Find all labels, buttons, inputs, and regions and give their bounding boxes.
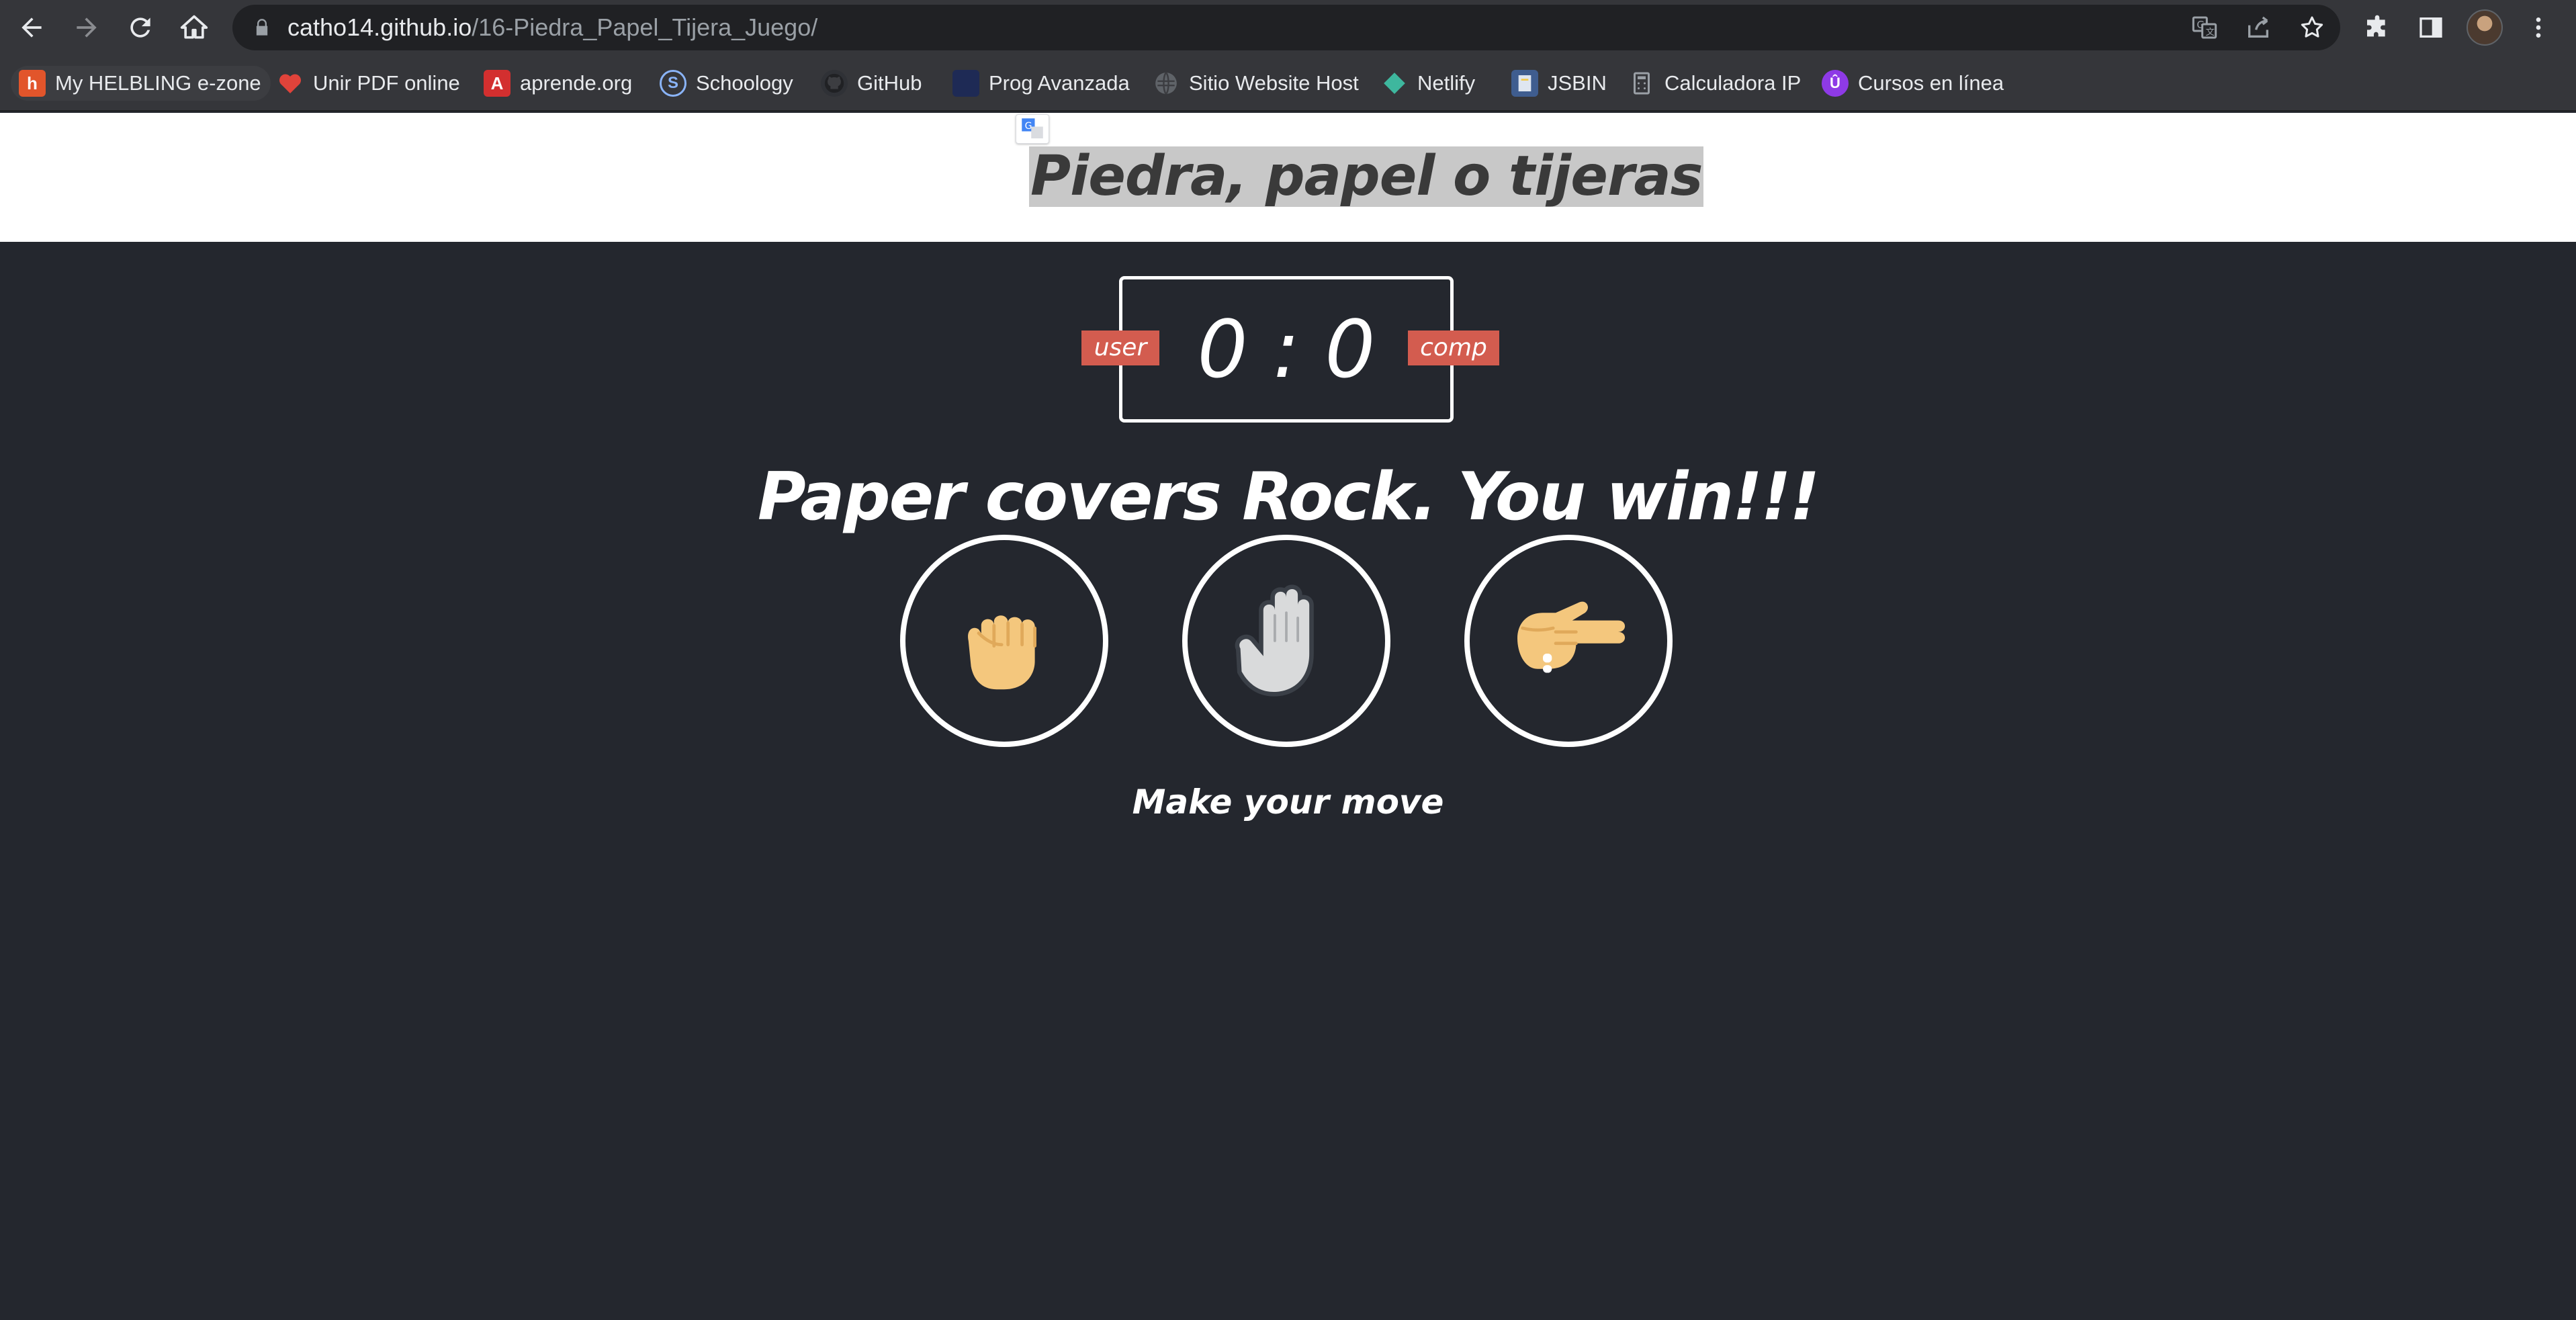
url-path: /16-Piedra_Papel_Tijera_Juego/ [472, 13, 818, 41]
netlify-icon [1381, 70, 1408, 97]
paper-hand-icon [1235, 584, 1314, 697]
home-icon [180, 15, 208, 39]
lock-icon [256, 19, 268, 36]
helbling-icon: h [19, 70, 46, 97]
more-vertical-icon [2536, 17, 2541, 38]
bookmark-icon [952, 70, 979, 97]
bookmark-helbling[interactable]: h My HELBLING e-zone [11, 66, 271, 101]
share-icon[interactable] [2245, 14, 2272, 41]
user-score-badge: user [1081, 331, 1159, 365]
result-message: Paper covers Rock. You win!!! [757, 459, 1820, 535]
scissors-button[interactable] [1464, 535, 1673, 747]
bookmark-jsbin[interactable]: JSBIN [1511, 66, 1607, 101]
extensions-button[interactable] [2359, 9, 2395, 46]
bookmark-label: aprende.org [520, 71, 633, 95]
bookmark-star-icon[interactable] [2299, 14, 2325, 41]
profile-avatar[interactable] [2467, 9, 2503, 46]
home-button[interactable] [172, 5, 216, 50]
scissors-hand-icon [1517, 601, 1626, 673]
browser-menu-button[interactable] [2520, 9, 2557, 46]
side-panel-icon [2419, 17, 2442, 38]
forward-button[interactable] [64, 5, 109, 50]
bookmark-label: Prog Avanzada [989, 71, 1130, 95]
reload-icon [130, 17, 150, 38]
bookmark-schoology[interactable]: S Schoology [660, 66, 793, 101]
translate-icon[interactable]: G文 [2191, 14, 2218, 41]
back-button[interactable] [9, 5, 54, 50]
rock-hand-icon [968, 615, 1036, 690]
globe-icon [1153, 70, 1180, 97]
schoology-icon: S [660, 70, 686, 97]
paper-button[interactable] [1182, 535, 1390, 747]
bookmark-label: GitHub [857, 71, 922, 95]
jsbin-icon [1511, 70, 1538, 97]
address-bar[interactable]: catho14.github.io/16-Piedra_Papel_Tijera… [232, 5, 2340, 50]
bookmark-prog-avanzada[interactable]: Prog Avanzada [952, 66, 1130, 101]
github-icon [821, 70, 848, 97]
url-host: catho14.github.io [287, 13, 472, 41]
bookmark-label: Cursos en línea [1858, 71, 2004, 95]
bookmark-label: Unir PDF online [313, 71, 460, 95]
side-panel-button[interactable] [2413, 9, 2449, 46]
aprende-icon: A [484, 70, 510, 97]
svg-text:G: G [1025, 121, 1032, 132]
bookmark-label: Schoology [696, 71, 793, 95]
comp-score-badge: comp [1408, 331, 1499, 365]
reload-button[interactable] [118, 5, 163, 50]
heart-icon [277, 70, 304, 97]
bookmark-aprende[interactable]: A aprende.org [484, 66, 632, 101]
page-title: Piedra, papel o tijeras [1029, 144, 1704, 208]
cursos-icon: Û [1822, 70, 1849, 97]
bookmark-label: My HELBLING e-zone [55, 71, 261, 95]
score-display: 0 : 0 [1197, 303, 1376, 396]
scoreboard: 0 : 0 [1119, 276, 1454, 423]
translate-badge-icon[interactable]: G [1016, 114, 1049, 144]
bookmark-unir-pdf[interactable]: Unir PDF online [277, 66, 460, 101]
puzzle-icon [2367, 15, 2385, 37]
rock-button[interactable] [900, 535, 1108, 747]
bookmark-label: JSBIN [1548, 71, 1607, 95]
action-message: Make your move [1132, 783, 1444, 822]
calculator-icon [1628, 70, 1655, 97]
bookmarks-bar: h My HELBLING e-zone Unir PDF online A a… [0, 55, 2576, 112]
bookmark-label: Sitio Website Host [1189, 71, 1359, 95]
bookmark-calculadora-ip[interactable]: Calculadora IP [1628, 66, 1801, 101]
browser-toolbar: catho14.github.io/16-Piedra_Papel_Tijera… [0, 0, 2576, 55]
svg-text:文: 文 [2206, 27, 2215, 38]
back-arrow-icon [21, 17, 42, 38]
bookmark-cursos-en-linea[interactable]: Û Cursos en línea [1822, 66, 2004, 101]
url-text[interactable]: catho14.github.io/16-Piedra_Papel_Tijera… [287, 5, 817, 50]
forward-arrow-icon [77, 17, 97, 38]
bookmark-label: Netlify [1417, 71, 1476, 95]
bookmark-label: Calculadora IP [1664, 71, 1802, 95]
bookmark-sitio-website-host[interactable]: Sitio Website Host [1153, 66, 1359, 101]
page-header: G Piedra, papel o tijeras [0, 113, 2576, 242]
bookmark-github[interactable]: GitHub [821, 66, 922, 101]
bookmark-netlify[interactable]: Netlify [1381, 66, 1475, 101]
